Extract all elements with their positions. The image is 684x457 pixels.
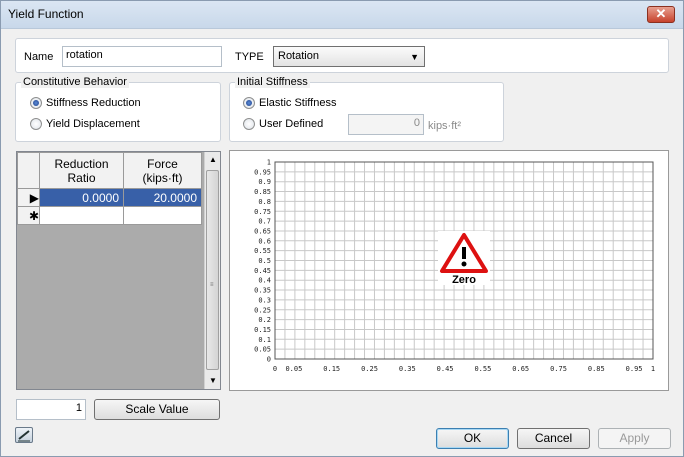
- radio-unselected-icon: [243, 118, 255, 130]
- scale-value-input[interactable]: 1: [16, 399, 86, 420]
- radio-selected-icon: [243, 97, 255, 109]
- column-header-line: Ratio: [67, 170, 96, 185]
- y-tick-label: 0.4: [258, 277, 271, 285]
- apply-button: Apply: [598, 428, 671, 449]
- y-tick-label: 0.15: [254, 326, 271, 334]
- x-tick-label: 0.65: [512, 365, 529, 373]
- window-title: Yield Function: [8, 7, 84, 21]
- x-tick-label: 0.95: [626, 365, 643, 373]
- yield-function-dialog: Yield Function ✕ Name rotation TYPE Rota…: [0, 0, 684, 457]
- x-tick-label: 0.55: [474, 365, 491, 373]
- y-tick-label: 0: [267, 356, 271, 364]
- pencil-icon: [18, 430, 30, 442]
- name-input[interactable]: rotation: [62, 46, 222, 67]
- x-tick-label: 0.25: [361, 365, 378, 373]
- y-tick-label: 0.7: [258, 218, 271, 226]
- x-tick-label: 0.15: [323, 365, 340, 373]
- y-tick-label: 0.2: [258, 316, 271, 324]
- new-row-asterisk-icon: ✱: [17, 206, 40, 225]
- cell-force[interactable]: 20.0000: [123, 188, 202, 207]
- cell-force[interactable]: [123, 206, 202, 225]
- y-tick-label: 0.6: [258, 237, 271, 245]
- x-tick-label: 0: [273, 365, 277, 373]
- data-grid: Reduction Ratio Force (kips·ft) ▶ 0.0000…: [16, 151, 221, 390]
- warning-exclamation-icon: [462, 247, 466, 259]
- radio-selected-icon: [30, 97, 42, 109]
- y-tick-label: 0.05: [254, 346, 271, 354]
- radio-unselected-icon: [30, 118, 42, 130]
- radio-label: Stiffness Reduction: [46, 97, 141, 109]
- y-tick-label: 0.9: [258, 178, 271, 186]
- ok-button[interactable]: OK: [436, 428, 509, 449]
- current-row-arrow-icon: ▶: [17, 188, 40, 207]
- warning-exclamation-dot: [461, 261, 467, 267]
- x-tick-label: 0.35: [399, 365, 416, 373]
- grip-icon: ≡: [210, 282, 214, 288]
- radio-stiffness-reduction[interactable]: Stiffness Reduction: [30, 97, 141, 109]
- cancel-button[interactable]: Cancel: [517, 428, 590, 449]
- stiffness-unit-label: kips·ft²: [428, 120, 461, 132]
- type-dropdown-value: Rotation: [278, 50, 319, 62]
- y-tick-label: 0.95: [254, 168, 271, 176]
- column-header-line: Reduction: [54, 156, 109, 171]
- y-tick-label: 0.75: [254, 208, 271, 216]
- x-tick-label: 0.05: [285, 365, 302, 373]
- radio-user-defined[interactable]: User Defined: [243, 118, 323, 130]
- constitutive-behavior-group: [15, 82, 221, 142]
- y-tick-label: 0.35: [254, 287, 271, 295]
- table-new-row[interactable]: ✱: [17, 206, 202, 225]
- y-tick-label: 0.8: [258, 198, 271, 206]
- y-tick-label: 0.85: [254, 188, 271, 196]
- radio-label: User Defined: [259, 118, 324, 130]
- type-label: TYPE: [235, 51, 264, 63]
- x-tick-label: 0.75: [550, 365, 567, 373]
- row-header-corner: [17, 152, 40, 189]
- y-tick-label: 0.55: [254, 247, 271, 255]
- x-tick-label: 1: [651, 365, 655, 373]
- edit-icon[interactable]: [15, 427, 33, 443]
- warning-label: Zero: [452, 274, 476, 286]
- y-tick-label: 0.65: [254, 227, 271, 235]
- y-tick-label: 0.1: [258, 336, 271, 344]
- column-header-force[interactable]: Force (kips·ft): [123, 152, 202, 189]
- radio-elastic-stiffness[interactable]: Elastic Stiffness: [243, 97, 336, 109]
- x-tick-label: 0.45: [437, 365, 454, 373]
- cell-reduction-ratio[interactable]: 0.0000: [39, 188, 124, 207]
- y-tick-label: 1: [267, 159, 271, 167]
- column-header-reduction-ratio[interactable]: Reduction Ratio: [39, 152, 124, 189]
- data-table: Reduction Ratio Force (kips·ft) ▶ 0.0000…: [17, 152, 202, 225]
- column-header-line: Force: [147, 156, 178, 171]
- y-tick-label: 0.25: [254, 306, 271, 314]
- radio-label: Elastic Stiffness: [259, 97, 337, 109]
- yield-chart: 10.950.90.850.80.750.70.650.60.550.50.45…: [254, 159, 655, 374]
- table-header-row: Reduction Ratio Force (kips·ft): [17, 152, 202, 189]
- scroll-down-icon[interactable]: ▼: [205, 373, 221, 389]
- y-tick-label: 0.5: [258, 257, 271, 265]
- radio-yield-displacement[interactable]: Yield Displacement: [30, 118, 140, 130]
- y-tick-label: 0.45: [254, 267, 271, 275]
- scroll-thumb[interactable]: ≡: [206, 170, 219, 370]
- radio-label: Yield Displacement: [46, 118, 140, 130]
- name-label: Name: [24, 51, 54, 63]
- table-row[interactable]: ▶ 0.0000 20.0000: [17, 188, 202, 207]
- close-button[interactable]: ✕: [647, 6, 675, 23]
- constitutive-behavior-title: Constitutive Behavior: [21, 76, 129, 88]
- name-type-panel: Name rotation TYPE Rotation ▼: [15, 38, 669, 73]
- chart-panel: 1 0.95 0.9 0.85 0.8 0.75 0.7 0.65 0.6 0.55 0.5 0.45…: [229, 150, 669, 391]
- chevron-down-icon: ▼: [410, 52, 419, 62]
- y-tick-label: 0.3: [258, 296, 271, 304]
- column-header-line: (kips·ft): [142, 170, 183, 185]
- cell-reduction-ratio[interactable]: [39, 206, 124, 225]
- x-tick-label: 0.85: [588, 365, 605, 373]
- scale-value-button[interactable]: Scale Value: [94, 399, 220, 420]
- type-dropdown[interactable]: Rotation ▼: [273, 46, 425, 67]
- grid-scrollbar[interactable]: ▲ ≡ ▼: [204, 152, 220, 389]
- title-bar: Yield Function ✕: [1, 1, 683, 29]
- scroll-up-icon[interactable]: ▲: [205, 152, 221, 168]
- initial-stiffness-title: Initial Stiffness: [235, 76, 310, 88]
- stiffness-value-input[interactable]: 0: [348, 114, 424, 135]
